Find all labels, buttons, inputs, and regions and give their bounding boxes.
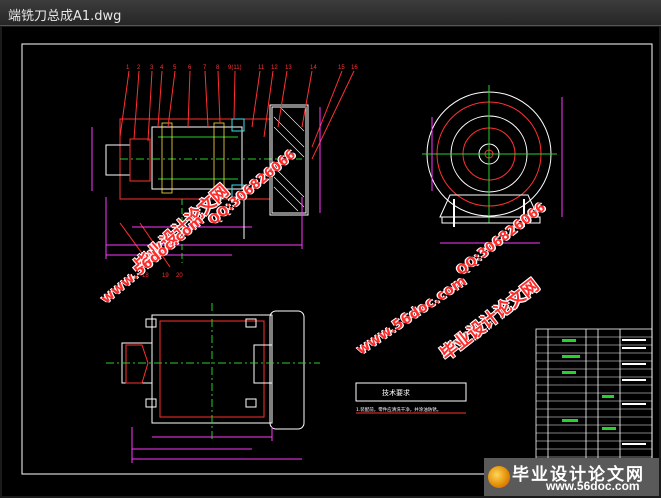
svg-text:15: 15: [338, 65, 345, 71]
drawing-canvas[interactable]: 123 456 7 8 9(11) 11 12 13 14 15 16 18 19 20: [2, 27, 659, 496]
tech-req-line1: 1.装配前，零件应清洗干净，并涂油防锈。: [356, 406, 441, 413]
svg-text:14: 14: [310, 65, 317, 71]
svg-text:16: 16: [351, 65, 358, 71]
sheet-border: [21, 43, 653, 475]
svg-text:12: 12: [271, 65, 278, 71]
window-title: 端铣刀总成A1.dwg: [8, 9, 122, 24]
svg-text:11: 11: [258, 65, 265, 71]
svg-text:3: 3: [150, 65, 154, 71]
svg-text:7: 7: [203, 65, 207, 71]
brand-badge: 毕业设计论文网 www.56doc.com: [484, 458, 659, 496]
svg-text:8: 8: [216, 65, 220, 71]
svg-text:6: 6: [188, 65, 192, 71]
svg-text:5: 5: [173, 65, 177, 71]
svg-text:4: 4: [160, 65, 164, 71]
svg-text:20: 20: [176, 273, 183, 279]
top-view: [106, 303, 320, 463]
section-view: [91, 70, 355, 268]
svg-text:2: 2: [137, 65, 141, 71]
svg-text:19: 19: [162, 273, 169, 279]
parts-list-text: [562, 339, 646, 445]
svg-text:9(11): 9(11): [228, 65, 242, 71]
window-titlebar: 端铣刀总成A1.dwg: [0, 0, 661, 26]
brand-logo-icon: [488, 466, 510, 488]
parts-list: [535, 328, 653, 475]
cad-drawing: 123 456 7 8 9(11) 11 12 13 14 15 16 18 19 20: [21, 43, 653, 475]
svg-text:13: 13: [285, 65, 292, 71]
svg-text:1: 1: [126, 65, 130, 71]
brand-url: www.56doc.com: [546, 479, 640, 493]
tech-req-title: 技术要求: [382, 388, 410, 397]
end-view: [422, 85, 563, 244]
